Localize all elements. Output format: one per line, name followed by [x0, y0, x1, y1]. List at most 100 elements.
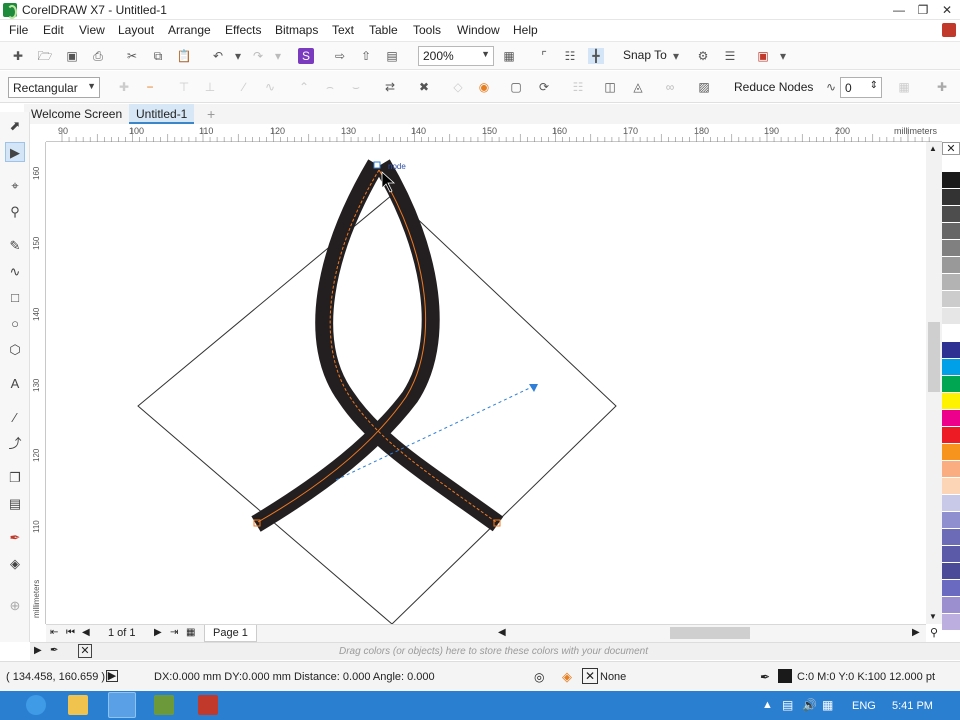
smooth-node-icon[interactable]: ⌢: [322, 79, 338, 95]
color-swatch[interactable]: [942, 597, 960, 614]
color-swatch[interactable]: [942, 325, 960, 342]
application-launcher-icon[interactable]: ▣: [755, 48, 771, 64]
color-swatch[interactable]: [942, 342, 960, 359]
first-page-icon[interactable]: ⇤: [50, 627, 58, 638]
delete-node-icon[interactable]: −: [142, 79, 158, 95]
interactive-fill-tool-icon[interactable]: ◈: [5, 554, 25, 574]
color-eyedropper-tool-icon[interactable]: ✒: [5, 528, 25, 548]
elastic-mode-icon[interactable]: ∞: [662, 79, 678, 95]
transparency-tool-icon[interactable]: ▤: [5, 494, 25, 514]
export-icon[interactable]: ⇧: [358, 48, 374, 64]
menu-edit[interactable]: Edit: [43, 23, 64, 37]
align-guides-icon[interactable]: ☰: [722, 48, 738, 64]
reflect-vertical-icon[interactable]: ◬: [630, 79, 646, 95]
show-guidelines-icon[interactable]: ╋: [588, 48, 604, 64]
menu-tools[interactable]: Tools: [413, 23, 441, 37]
import-icon[interactable]: ⇨: [332, 48, 348, 64]
reverse-direction-icon[interactable]: ⇄: [382, 79, 398, 95]
select-all-nodes-icon[interactable]: ▨: [696, 79, 712, 95]
new-document-icon[interactable]: ✚: [10, 48, 26, 64]
play-icon[interactable]: ▶: [106, 670, 118, 682]
stepper-icon[interactable]: ⇕: [870, 80, 878, 91]
stretch-scale-nodes-icon[interactable]: ▢: [508, 79, 524, 95]
scroll-up-icon[interactable]: ▲: [929, 144, 937, 153]
vertical-ruler[interactable]: 160 150 140 130 120 110 millimeters: [30, 142, 46, 624]
color-swatch[interactable]: [942, 614, 960, 631]
pick-tool-icon[interactable]: ⬈: [5, 116, 25, 136]
color-swatch[interactable]: [942, 257, 960, 274]
add-node-icon[interactable]: ✚: [116, 79, 132, 95]
color-swatch[interactable]: [942, 512, 960, 529]
horizontal-scroll-thumb[interactable]: [670, 627, 750, 639]
clock[interactable]: 5:41 PM: [892, 700, 933, 712]
color-swatch[interactable]: [942, 291, 960, 308]
redo-icon[interactable]: ↷: [250, 48, 266, 64]
scroll-right-icon[interactable]: ▶: [912, 627, 920, 638]
snap-to-button[interactable]: Snap To: [623, 48, 667, 62]
extend-curve-to-close-icon[interactable]: ✖: [416, 79, 432, 95]
tab-welcome-screen[interactable]: Welcome Screen: [24, 104, 129, 124]
zoom-navigator-icon[interactable]: ⚲: [930, 626, 938, 639]
close-curve-icon[interactable]: ◉: [476, 79, 492, 95]
page-tab-1[interactable]: Page 1: [204, 625, 257, 642]
color-settings-icon[interactable]: ◎: [534, 670, 544, 684]
reduce-nodes-button[interactable]: Reduce Nodes: [734, 80, 813, 94]
eyedropper-icon[interactable]: ✒: [50, 645, 58, 656]
color-swatch[interactable]: [942, 444, 960, 461]
color-swatch[interactable]: [942, 478, 960, 495]
boundary-box-icon[interactable]: ▦: [896, 79, 912, 95]
color-swatch[interactable]: [942, 359, 960, 376]
color-swatch[interactable]: [942, 529, 960, 546]
capture-app-icon[interactable]: [198, 695, 218, 715]
color-swatch[interactable]: [942, 563, 960, 580]
parallel-dimension-tool-icon[interactable]: ∕: [5, 408, 25, 428]
zoom-level-select[interactable]: 200% ▼: [418, 46, 494, 66]
horizontal-ruler[interactable]: 90 100 110 120 130 140 150 160 170 180 1…: [46, 124, 942, 142]
last-page-icon[interactable]: ⇥: [170, 627, 178, 638]
open-folder-icon[interactable]: 🗁: [37, 48, 53, 64]
color-swatch[interactable]: [942, 240, 960, 257]
menu-effects[interactable]: Effects: [225, 23, 261, 37]
power-icon[interactable]: ▦: [822, 698, 833, 712]
artistic-media-tool-icon[interactable]: ∿: [5, 262, 25, 282]
tab-untitled-1[interactable]: Untitled-1: [129, 104, 195, 124]
color-swatch[interactable]: [942, 546, 960, 563]
extract-subpath-icon[interactable]: ◇: [450, 79, 466, 95]
palette-menu-icon[interactable]: ▶: [34, 645, 42, 656]
menu-bitmaps[interactable]: Bitmaps: [275, 23, 318, 37]
zoom-tool-icon[interactable]: ⚲: [5, 202, 25, 222]
no-color-swatch-icon[interactable]: ✕: [942, 142, 960, 155]
show-hidden-icons-icon[interactable]: ▲: [762, 699, 773, 711]
no-color-icon[interactable]: ✕: [78, 644, 92, 658]
menu-help[interactable]: Help: [513, 23, 538, 37]
freehand-tool-icon[interactable]: ✎: [5, 236, 25, 256]
menu-view[interactable]: View: [79, 23, 105, 37]
volume-icon[interactable]: 🔊: [802, 698, 817, 712]
undo-icon[interactable]: ↶: [210, 48, 226, 64]
close-icon[interactable]: ✕: [936, 2, 958, 18]
add-tab-icon[interactable]: +: [207, 106, 215, 122]
diamond-shape[interactable]: [137, 194, 617, 624]
vertical-scroll-thumb[interactable]: [928, 322, 940, 392]
add-page-icon[interactable]: ▦: [186, 627, 195, 638]
color-swatch[interactable]: [942, 206, 960, 223]
connector-tool-icon[interactable]: ⤴: [5, 434, 25, 454]
color-swatch[interactable]: [942, 172, 960, 189]
color-swatch[interactable]: [942, 274, 960, 291]
add-icon[interactable]: ✚: [934, 79, 950, 95]
color-swatch[interactable]: [942, 155, 960, 172]
ruler-origin[interactable]: [30, 124, 46, 142]
node-handle[interactable]: [373, 161, 381, 169]
convert-to-curve-icon[interactable]: ∿: [262, 79, 278, 95]
previous-page-icon[interactable]: ◀: [82, 627, 90, 638]
coreldraw-taskbar-icon[interactable]: [108, 692, 136, 718]
vertical-scrollbar[interactable]: ▲ ▼: [926, 142, 942, 624]
menu-layout[interactable]: Layout: [118, 23, 154, 37]
menu-text[interactable]: Text: [332, 23, 354, 37]
text-tool-icon[interactable]: A: [5, 374, 25, 394]
cut-icon[interactable]: ✂: [124, 48, 140, 64]
color-swatch[interactable]: [942, 223, 960, 240]
color-swatch[interactable]: [942, 376, 960, 393]
file-explorer-icon[interactable]: [68, 695, 88, 715]
full-screen-preview-icon[interactable]: ▦: [501, 48, 517, 64]
